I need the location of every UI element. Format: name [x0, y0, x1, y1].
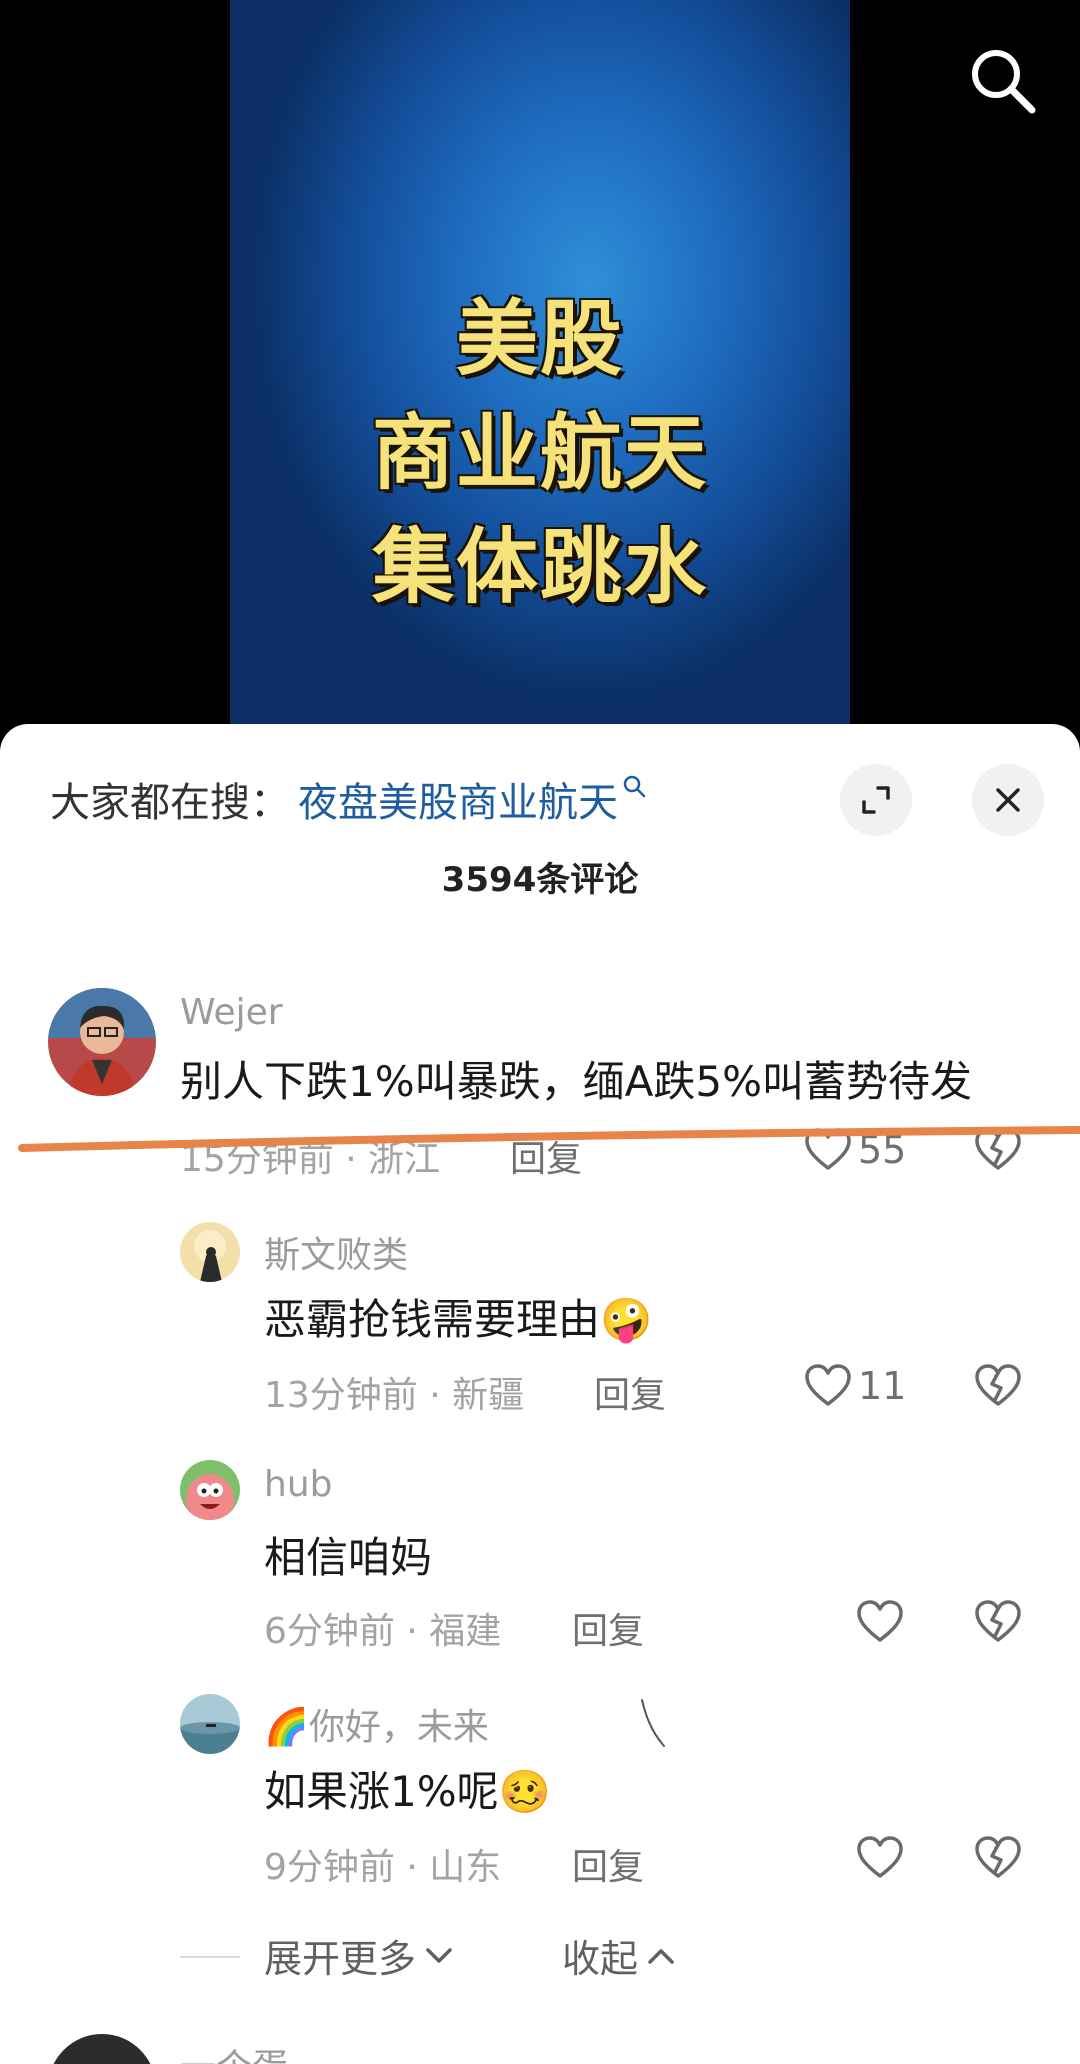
reply-button[interactable]: 回复 [572, 1838, 644, 1890]
avatar[interactable] [180, 1694, 240, 1754]
reply-button[interactable]: 回复 [594, 1366, 666, 1418]
collapse-button[interactable]: 收起 [562, 1928, 678, 1983]
fullscreen-button[interactable] [840, 764, 912, 836]
search-icon [623, 775, 646, 798]
comment-count: 3594条评论 [441, 860, 639, 900]
dislike-button[interactable] [974, 1128, 1022, 1176]
broken-heart-icon [975, 1836, 1021, 1878]
reply-username[interactable]: hub [264, 1464, 332, 1505]
reply-text-body: 恶霸抢钱需要理由 [264, 1295, 601, 1344]
comment-username[interactable]: 一个蛋 [180, 2038, 288, 2064]
expand-icon [862, 786, 890, 814]
reply-meta: 13分钟前 · 新疆 [264, 1375, 525, 1416]
avatar[interactable] [180, 1460, 240, 1520]
like-button[interactable] [856, 1836, 904, 1880]
video-title: 美股 商业航天 集体跳水 [230, 283, 850, 625]
reply-button[interactable]: 回复 [572, 1602, 644, 1654]
reply-meta: 9分钟前 · 山东 [264, 1847, 502, 1888]
trending-search: 大家都在搜： 夜盘美股商业航天 [50, 764, 648, 834]
trending-query-link[interactable]: 夜盘美股商业航天 [298, 770, 618, 828]
comment-text: 别人下跌1%叫暴跌，缅A跌5%叫蓄势待发 [180, 1057, 972, 1106]
like-button[interactable] [856, 1600, 904, 1644]
heart-icon [805, 1364, 851, 1406]
close-icon [996, 788, 1020, 812]
video-title-line-3: 集体跳水 [371, 520, 708, 615]
comment-username[interactable]: Wejer [180, 992, 283, 1033]
scribble-mark [641, 1699, 665, 1747]
like-button[interactable]: 55 [804, 1128, 906, 1172]
reply-username[interactable]: 🌈你好，未来 [264, 1698, 489, 1750]
reply-username[interactable]: 斯文败类 [264, 1226, 408, 1278]
like-count: 11 [858, 1364, 907, 1408]
like-button[interactable]: 11 [804, 1364, 906, 1408]
expand-more-button[interactable]: 展开更多 [264, 1928, 456, 1983]
heart-icon [857, 1600, 903, 1642]
divider [180, 1956, 240, 1958]
reply-button[interactable]: 回复 [510, 1130, 582, 1182]
reply-text-body: 如果涨1%呢 [264, 1767, 499, 1816]
chevron-down-icon [426, 1947, 452, 1963]
collapse-label: 收起 [562, 1937, 639, 1981]
expand-more-label: 展开更多 [264, 1937, 417, 1981]
broken-heart-icon [975, 1128, 1021, 1170]
video-title-line-2: 商业航天 [371, 406, 708, 501]
heart-icon [805, 1128, 851, 1170]
broken-heart-icon [975, 1364, 1021, 1406]
reply-text: 相信咱妈 [264, 1533, 433, 1582]
comment-sheet: 大家都在搜： 夜盘美股商业航天 3594条评论 Wejer 别人下跌1%叫暴跌，… [0, 724, 1080, 2064]
comment-meta: 15分钟前 · 浙江 [180, 1139, 441, 1180]
broken-heart-icon [975, 1600, 1021, 1642]
trending-label: 大家都在搜： [50, 780, 290, 826]
like-count: 55 [858, 1128, 907, 1172]
avatar[interactable] [48, 988, 156, 1096]
search-button[interactable] [966, 44, 1040, 118]
dislike-button[interactable] [974, 1364, 1022, 1412]
reply-meta: 6分钟前 · 福建 [264, 1611, 502, 1652]
dislike-button[interactable] [974, 1836, 1022, 1884]
video-player[interactable]: 美股 商业航天 集体跳水 [0, 0, 1080, 740]
video-title-line-1: 美股 [455, 292, 624, 387]
emoji-sticker: 🥴 [498, 1767, 551, 1816]
avatar[interactable] [48, 2034, 156, 2064]
emoji-sticker: 🤪 [600, 1295, 653, 1344]
search-icon [972, 50, 1036, 114]
reply-text: 如果涨1%呢🥴 [264, 1758, 551, 1819]
chevron-up-icon [648, 1948, 674, 1964]
close-button[interactable] [972, 764, 1044, 836]
reply-text: 恶霸抢钱需要理由🤪 [264, 1286, 652, 1347]
dislike-button[interactable] [974, 1600, 1022, 1648]
heart-icon [857, 1836, 903, 1878]
avatar[interactable] [180, 1222, 240, 1282]
